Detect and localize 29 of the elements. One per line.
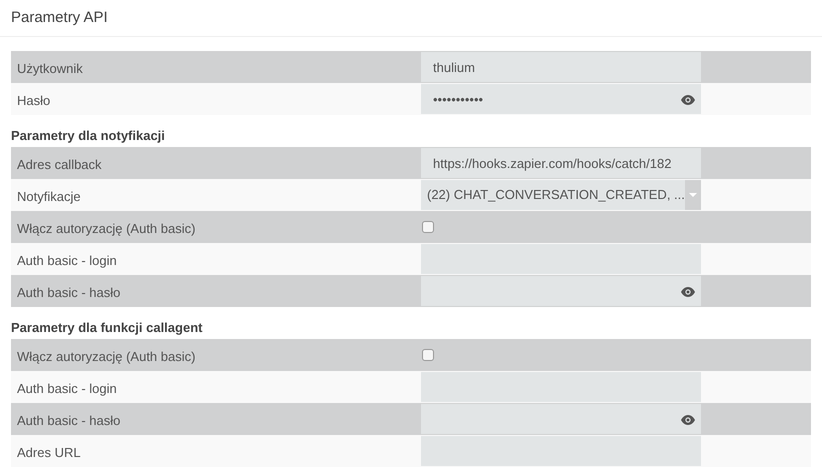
text-field[interactable]: thulium [421, 52, 701, 82]
field-label: Auth basic - login [17, 253, 117, 268]
field-label: Włącz autoryzację (Auth basic) [17, 221, 196, 236]
field-label: Auth basic - hasło [17, 285, 120, 300]
text-field[interactable]: https://hooks.zapier.com/hooks/catch/182 [421, 148, 701, 178]
field-label: Włącz autoryzację (Auth basic) [17, 349, 196, 364]
field-label: Adres URL [17, 445, 81, 460]
field-label: Użytkownik [17, 61, 83, 76]
select-field[interactable]: (22) CHAT_CONVERSATION_CREATED, ... [421, 180, 701, 210]
caret-icon [688, 193, 697, 197]
text-field[interactable] [421, 372, 701, 402]
eye-icon[interactable] [681, 287, 695, 297]
text-field[interactable] [421, 436, 701, 466]
field-label: Hasło [17, 93, 50, 108]
field-label: Auth basic - hasło [17, 413, 120, 428]
password-field[interactable]: ••••••••••• [421, 84, 701, 114]
password-field[interactable] [421, 404, 701, 434]
password-field[interactable] [421, 276, 701, 306]
checkbox[interactable] [422, 349, 434, 361]
field-label: Auth basic - login [17, 381, 117, 396]
page-title: Parametry API [11, 8, 108, 28]
field-label: Notyfikacje [17, 189, 81, 204]
section-heading: Parametry dla funkcji callagent [11, 318, 202, 337]
eye-icon[interactable] [681, 95, 695, 105]
field-label: Adres callback [17, 157, 102, 172]
section-heading: Parametry dla notyfikacji [11, 126, 165, 145]
text-field[interactable] [421, 244, 701, 274]
eye-icon[interactable] [681, 415, 695, 425]
checkbox[interactable] [422, 221, 434, 233]
